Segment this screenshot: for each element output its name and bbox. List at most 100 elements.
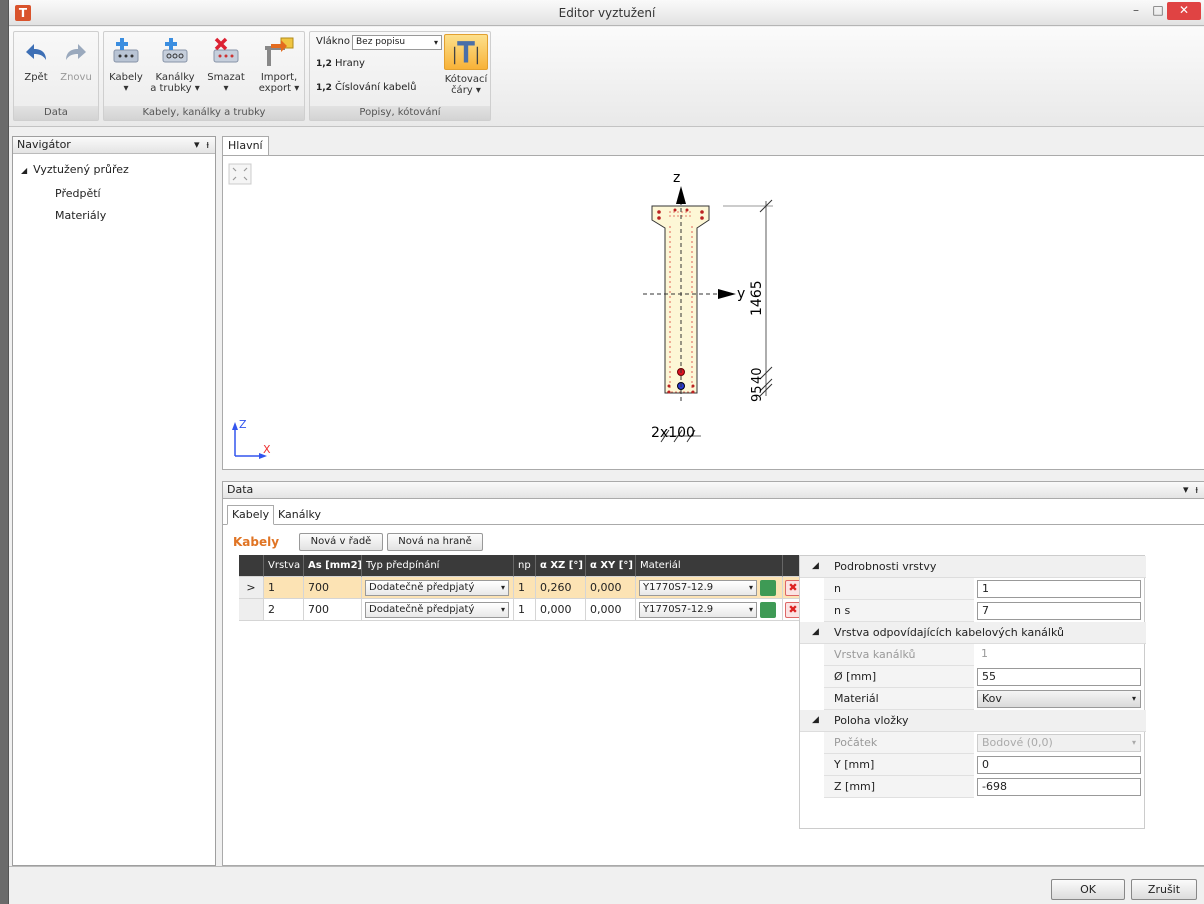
typ-combo[interactable]: Dodatečně předpjatý ▾ (365, 580, 509, 596)
data-panel: Kabely Kanálky Kabely Nová v řadě Nová n… (222, 499, 1204, 866)
cell-material[interactable]: Y1770S7-12.9 ▾ (636, 599, 783, 621)
tab-kanalky[interactable]: Kanálky (273, 505, 326, 525)
header-material[interactable]: Materiál (636, 555, 783, 577)
cell-np[interactable]: 1 (514, 577, 536, 599)
cell-vrstva[interactable]: 1 (264, 577, 304, 599)
cell-np[interactable]: 1 (514, 599, 536, 621)
table-row[interactable]: 2 700 Dodatečně předpjatý ▾ 1 0,000 0,000… (239, 599, 805, 621)
cislovani-toggle[interactable]: 1,2 Číslování kabelů (316, 82, 417, 93)
property-y-input[interactable]: 0 (977, 756, 1141, 774)
property-ns: n s7 (800, 600, 1146, 622)
property-pocatek-value: Bodové (0,0) (982, 736, 1053, 749)
ok-button[interactable]: OK (1051, 879, 1125, 900)
property-label: Materiál (824, 688, 974, 710)
category-podrobnosti[interactable]: ◢ Podrobnosti vrstvy (800, 556, 1146, 578)
cell-typ[interactable]: Dodatečně předpjatý ▾ (362, 577, 514, 599)
vlakno-label: Vlákno (316, 36, 350, 47)
cell-axy[interactable]: 0,000 (586, 599, 636, 621)
tree-root-vyztuzeny-prurez[interactable]: ◢ Vyztužený průřez (21, 163, 129, 176)
undo-button[interactable]: Zpět (14, 36, 58, 83)
category-label: Poloha vložky (834, 714, 909, 727)
close-button[interactable]: ✕ (1167, 2, 1201, 20)
import-label-1: Import, (260, 72, 298, 83)
collapse-icon[interactable]: ◢ (812, 627, 819, 637)
material-value: Y1770S7-12.9 (643, 604, 714, 615)
drawing-canvas[interactable]: z y 1465 95 40 2x100 Z X (222, 155, 1204, 470)
coord-z-label: Z (239, 418, 247, 431)
cell-vrstva[interactable]: 2 (264, 599, 304, 621)
smazat-label: Smazat (207, 72, 245, 83)
redo-button[interactable]: Znovu (54, 36, 98, 83)
kanalky-button[interactable]: Kanálky a trubky ▾ (148, 36, 202, 94)
property-ns-input[interactable]: 7 (977, 602, 1141, 620)
property-label: n s (824, 600, 974, 622)
cell-axz[interactable]: 0,000 (536, 599, 586, 621)
nova-na-hrane-button[interactable]: Nová na hraně (387, 533, 483, 551)
minimize-button[interactable]: – (1125, 2, 1147, 20)
add-duct-icon (162, 38, 188, 63)
kotovaci-cary-button[interactable] (444, 34, 488, 70)
property-material: Materiál Kov ▾ (800, 688, 1146, 710)
tab-hlavni[interactable]: Hlavní (222, 136, 269, 156)
header-axz[interactable]: α XZ [°] (536, 555, 586, 577)
cell-typ[interactable]: Dodatečně předpjatý ▾ (362, 599, 514, 621)
smazat-button[interactable]: Smazat ▾ (204, 36, 248, 94)
property-label: Vrstva kanálků (824, 644, 974, 666)
ribbon-group-data: Zpět Znovu Data (13, 31, 99, 121)
hrany-toggle[interactable]: 1,2 Hrany (316, 58, 365, 69)
header-as[interactable]: As [mm2] (304, 555, 362, 577)
tab-kabely[interactable]: Kabely (227, 505, 275, 525)
collapse-icon[interactable]: ◢ (812, 561, 819, 571)
dim-bottom: 2x100 (651, 425, 695, 441)
property-y: Y [mm] 0 (800, 754, 1146, 776)
property-material-select[interactable]: Kov ▾ (977, 690, 1141, 708)
delete-icon (213, 37, 239, 63)
cell-axy[interactable]: 0,000 (586, 577, 636, 599)
navigator-header: Navigátor ▾ ᵼ (13, 137, 215, 154)
header-vrstva[interactable]: Vrstva (264, 555, 304, 577)
tree-expand-icon[interactable]: ◢ (21, 166, 27, 175)
header-np[interactable]: np (514, 555, 536, 577)
edit-material-icon[interactable] (760, 580, 776, 596)
property-prumer-input[interactable]: 55 (977, 668, 1141, 686)
maximize-button[interactable]: □ (1147, 2, 1169, 20)
editor-window: T Editor vyztužení – □ ✕ Zpět Znovu Data… (8, 0, 1204, 904)
property-n-input[interactable]: 1 (977, 580, 1141, 598)
vlakno-select[interactable]: Bez popisu ▾ (352, 35, 442, 50)
category-poloha-vlozky[interactable]: ◢ Poloha vložky (800, 710, 1146, 732)
kanalky-label-2: a trubky (150, 83, 192, 94)
import-export-button[interactable]: Import, export ▾ (254, 36, 304, 94)
cell-axz[interactable]: 0,260 (536, 577, 586, 599)
pin-icon[interactable]: ▾ ᵼ (194, 137, 209, 153)
cislovani-prefix: 1,2 (316, 83, 332, 93)
collapse-icon[interactable]: ◢ (812, 715, 819, 725)
typ-combo[interactable]: Dodatečně předpjatý ▾ (365, 602, 509, 618)
coord-x-label: X (263, 443, 271, 456)
cell-as[interactable]: 700 (304, 599, 362, 621)
category-vrstva-kanalku[interactable]: ◢ Vrstva odpovídajících kabelových kanálk… (800, 622, 1146, 644)
property-vrstva-kanalku-value: 1 (981, 647, 988, 660)
header-axy[interactable]: α XY [°] (586, 555, 636, 577)
header-typ[interactable]: Typ předpínání (362, 555, 514, 577)
data-pin-icon[interactable]: ▾ ᵼ (1183, 482, 1198, 498)
zoom-fit-icon[interactable] (228, 163, 252, 185)
edit-material-icon[interactable] (760, 602, 776, 618)
cancel-button[interactable]: Zrušit (1131, 879, 1197, 900)
nova-v-rade-button[interactable]: Nová v řadě (299, 533, 383, 551)
cell-as[interactable]: 700 (304, 577, 362, 599)
property-n: n1 (800, 578, 1146, 600)
material-value: Y1770S7-12.9 (643, 582, 714, 593)
typ-value: Dodatečně předpjatý (369, 604, 475, 615)
material-combo[interactable]: Y1770S7-12.9 ▾ (639, 602, 757, 618)
hrany-prefix: 1,2 (316, 59, 332, 69)
property-prumer: Ø [mm] 55 (800, 666, 1146, 688)
table-row[interactable]: > 1 700 Dodatečně předpjatý ▾ 1 0,260 0,0… (239, 577, 805, 599)
kabely-button[interactable]: Kabely ▾ (104, 36, 148, 94)
dim-small-1: 95 (750, 385, 765, 402)
tree-item-materialy[interactable]: Materiály (55, 209, 106, 222)
material-combo[interactable]: Y1770S7-12.9 ▾ (639, 580, 757, 596)
property-material-value: Kov (982, 692, 1002, 705)
cell-material[interactable]: Y1770S7-12.9 ▾ (636, 577, 783, 599)
property-z-input[interactable]: -698 (977, 778, 1141, 796)
tree-item-predpeti[interactable]: Předpětí (55, 187, 101, 200)
